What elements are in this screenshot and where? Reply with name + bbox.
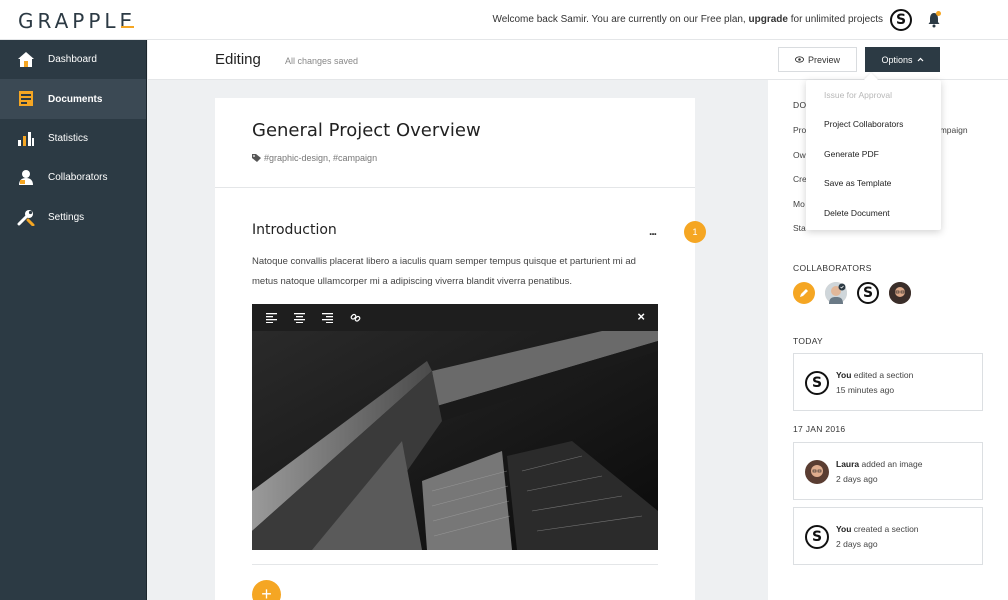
menu-item-generate-pdf[interactable]: Generate PDF bbox=[824, 149, 879, 159]
menu-item-save-as-template[interactable]: Save as Template bbox=[824, 178, 891, 188]
document-card: General Project Overview #graphic-design… bbox=[215, 98, 695, 600]
sidebar-item-statistics[interactable]: Statistics bbox=[0, 119, 146, 158]
activity-time: 15 minutes ago bbox=[836, 385, 895, 395]
eye-icon bbox=[794, 56, 804, 63]
sidebar: Dashboard Documents Statistics Collabora… bbox=[0, 40, 147, 600]
activity-user: You bbox=[836, 524, 852, 534]
user-avatar[interactable]: S bbox=[890, 9, 912, 31]
pencil-icon bbox=[800, 289, 808, 297]
wrench-icon bbox=[17, 209, 35, 226]
activity-avatar: S bbox=[805, 371, 829, 395]
activity-item[interactable]: S You created a section 2 days ago bbox=[793, 507, 983, 565]
tags-text[interactable]: #graphic-design, #campaign bbox=[264, 153, 377, 163]
menu-item-project-collaborators[interactable]: Project Collaborators bbox=[824, 119, 903, 129]
activity-time: 2 days ago bbox=[836, 474, 878, 484]
align-right-icon[interactable] bbox=[322, 312, 334, 323]
section-title[interactable]: Introduction bbox=[252, 222, 337, 238]
image-toolbar: × bbox=[252, 304, 658, 331]
activity-user: Laura bbox=[836, 459, 860, 469]
preview-label: Preview bbox=[807, 54, 840, 65]
app-logo[interactable]: GRAPPLE bbox=[18, 9, 136, 33]
building-photo bbox=[252, 331, 658, 550]
activity-text: Laura added an image bbox=[836, 459, 922, 469]
date-label: 17 JAN 2016 bbox=[793, 424, 846, 434]
sidebar-item-label: Settings bbox=[48, 211, 85, 223]
activity-item[interactable]: S You edited a section 15 minutes ago bbox=[793, 353, 983, 411]
documents-icon bbox=[19, 91, 33, 107]
document-title[interactable]: General Project Overview bbox=[252, 120, 481, 141]
save-status: All changes saved bbox=[285, 56, 359, 66]
edit-collaborators-button[interactable] bbox=[793, 282, 815, 304]
sidebar-item-collaborators[interactable]: Collaborators bbox=[0, 158, 146, 197]
laura-avatar bbox=[805, 460, 829, 484]
upgrade-link[interactable]: upgrade bbox=[749, 14, 788, 25]
options-label: Options bbox=[881, 54, 913, 65]
sidebar-item-label: Dashboard bbox=[48, 54, 97, 66]
sidebar-item-label: Documents bbox=[48, 93, 103, 105]
today-label: TODAY bbox=[793, 336, 823, 346]
align-left-icon[interactable] bbox=[266, 312, 278, 323]
menu-item-delete-document[interactable]: Delete Document bbox=[824, 208, 890, 218]
link-icon[interactable] bbox=[350, 312, 362, 323]
meta-created: Cre bbox=[793, 174, 807, 184]
collaborator-avatar[interactable]: S bbox=[857, 282, 879, 304]
sidebar-item-label: Collaborators bbox=[48, 172, 108, 184]
options-menu: Issue for Approval Project Collaborators… bbox=[806, 80, 941, 230]
editor-header: Editing All changes saved Preview Option… bbox=[148, 40, 1008, 80]
options-button[interactable]: Options bbox=[865, 47, 940, 72]
welcome-suffix: for unlimited projects bbox=[787, 14, 883, 25]
person-avatar bbox=[889, 282, 911, 304]
activity-action: edited a section bbox=[851, 370, 914, 380]
menu-item-issue-for-approval: Issue for Approval bbox=[824, 90, 893, 100]
sidebar-item-label: Statistics bbox=[48, 132, 89, 144]
meta-modified: Mo bbox=[793, 199, 805, 209]
comment-count-badge[interactable]: 1 bbox=[684, 221, 706, 243]
activity-text: You created a section bbox=[836, 524, 919, 534]
section-paragraph[interactable]: Natoque convallis placerat libero a iacu… bbox=[252, 252, 662, 292]
person-avatar bbox=[825, 282, 847, 304]
welcome-text: Welcome back Samir. You are currently on… bbox=[492, 14, 749, 25]
welcome-message: Welcome back Samir. You are currently on… bbox=[492, 14, 883, 25]
page-title: Editing bbox=[215, 51, 261, 68]
divider bbox=[215, 187, 695, 188]
sidebar-item-settings[interactable]: Settings bbox=[0, 198, 146, 237]
activity-avatar: S bbox=[805, 525, 829, 549]
activity-action: added an image bbox=[859, 459, 923, 469]
architecture-image[interactable] bbox=[252, 331, 658, 550]
user-icon bbox=[19, 170, 33, 186]
activity-action: created a section bbox=[851, 524, 919, 534]
activity-user: You bbox=[836, 370, 852, 380]
chart-icon bbox=[18, 131, 34, 146]
collaborators-list: S bbox=[793, 282, 911, 304]
chevron-up-icon bbox=[917, 57, 923, 62]
align-center-icon[interactable] bbox=[294, 312, 306, 323]
sidebar-item-documents[interactable]: Documents bbox=[0, 79, 146, 119]
activity-time: 2 days ago bbox=[836, 539, 878, 549]
preview-button[interactable]: Preview bbox=[778, 47, 857, 72]
activity-text: You edited a section bbox=[836, 370, 913, 380]
home-icon bbox=[18, 52, 34, 67]
close-image-button[interactable]: × bbox=[637, 309, 645, 324]
tag-icon bbox=[252, 154, 261, 162]
collaborators-label: COLLABORATORS bbox=[793, 263, 872, 273]
meta-status: Sta bbox=[793, 223, 806, 233]
top-bar: GRAPPLE Welcome back Samir. You are curr… bbox=[0, 0, 1008, 40]
meta-owner: Ow bbox=[793, 150, 806, 160]
document-tags: #graphic-design, #campaign bbox=[252, 153, 377, 163]
activity-item[interactable]: Laura added an image 2 days ago bbox=[793, 442, 983, 500]
divider bbox=[252, 564, 658, 565]
collaborator-avatar[interactable] bbox=[889, 282, 911, 304]
notification-dot bbox=[936, 11, 941, 16]
sidebar-item-dashboard[interactable]: Dashboard bbox=[0, 40, 146, 79]
collaborator-avatar[interactable] bbox=[825, 282, 847, 304]
section-more-button[interactable]: ... bbox=[649, 224, 657, 238]
meta-project: Pro bbox=[793, 125, 807, 135]
